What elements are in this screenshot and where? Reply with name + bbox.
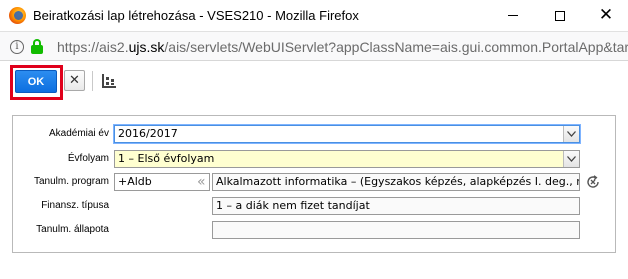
akademiai-ev-label: Akadémiai év: [48, 128, 109, 139]
hierarchy-icon[interactable]: [102, 74, 116, 88]
minimize-icon: [508, 15, 518, 16]
akademiai-ev-select[interactable]: 2016/2017: [114, 125, 580, 143]
tanulm-program-code: +Aldb: [118, 175, 152, 188]
url-scheme: https://ais2.: [57, 39, 129, 55]
close-icon: ✕: [598, 5, 614, 25]
tanulm-allapota-label: Tanulm. állapota: [36, 224, 109, 235]
window-titlebar: Beiratkozási lap létrehozása - VSES210 -…: [0, 0, 628, 31]
maximize-button[interactable]: [537, 0, 583, 31]
window-title: Beiratkozási lap létrehozása - VSES210 -…: [33, 8, 359, 23]
close-window-button[interactable]: ✕: [583, 0, 628, 31]
finansz-tipusa-value: 1 – a diák nem fizet tandíjat: [216, 199, 370, 212]
finansz-tipusa-field: 1 – a diák nem fizet tandíjat: [212, 197, 580, 215]
url-text[interactable]: https://ais2.ujs.sk/ais/servlets/WebUISe…: [57, 39, 628, 55]
finansz-tipusa-label: Finansz. típusa: [41, 200, 109, 211]
clear-selection-icon[interactable]: [585, 174, 601, 190]
tanulm-program-description: Alkalmazott informatika – (Egyszakos kép…: [216, 175, 580, 188]
form-panel: Akadémiai év 2016/2017 Évfolyam 1 – Első…: [12, 115, 616, 253]
url-domain: ujs.sk: [128, 39, 165, 55]
akademiai-ev-value: 2016/2017: [118, 127, 178, 140]
minimize-button[interactable]: [490, 0, 536, 31]
toolbar-separator: [92, 71, 93, 91]
evfolyam-label: Évfolyam: [67, 153, 109, 164]
evfolyam-select[interactable]: 1 – Első évfolyam: [114, 150, 580, 168]
tanulm-program-code-field[interactable]: +Aldb: [114, 173, 210, 191]
url-bar[interactable]: i https://ais2.ujs.sk/ais/servlets/WebUI…: [0, 31, 628, 61]
maximize-icon: [555, 10, 565, 21]
cancel-button[interactable]: ✕: [64, 70, 85, 91]
tanulm-allapota-field: [212, 221, 580, 239]
info-icon[interactable]: i: [10, 40, 24, 54]
tanulm-program-description-field: Alkalmazott informatika – (Egyszakos kép…: [212, 173, 580, 191]
evfolyam-value: 1 – Első évfolyam: [118, 152, 215, 165]
firefox-logo-icon: [9, 7, 26, 24]
double-chevron-left-icon[interactable]: «: [197, 175, 211, 189]
content-area: Akadémiai év 2016/2017 Évfolyam 1 – Első…: [0, 101, 628, 279]
app-toolbar: OK ✕: [0, 61, 628, 101]
chevron-down-icon[interactable]: [563, 151, 579, 167]
tanulm-program-label: Tanulm. program: [33, 176, 109, 187]
lock-icon[interactable]: [31, 39, 43, 54]
close-icon: ✕: [69, 73, 80, 88]
ok-button[interactable]: OK: [15, 70, 57, 93]
url-rest: /ais/servlets/WebUIServlet?appClassName=…: [164, 39, 628, 55]
chevron-down-icon[interactable]: [563, 126, 579, 142]
